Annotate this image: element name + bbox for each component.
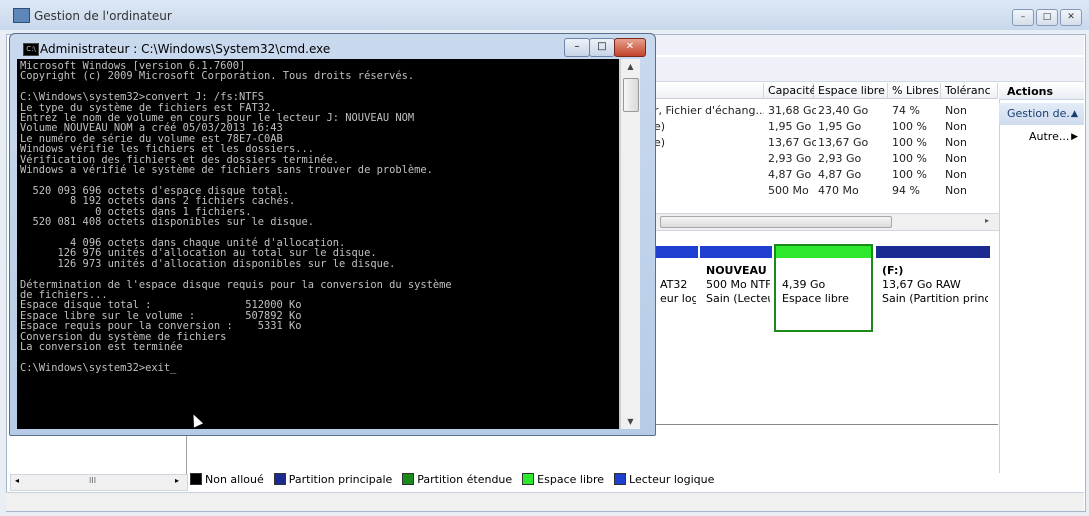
table-cell: 500 Mo — [768, 184, 809, 197]
divider — [654, 424, 998, 425]
scroll-right-arrow-icon-2[interactable]: ▸ — [175, 476, 179, 485]
legend-label: Lecteur logique — [629, 472, 715, 486]
legend-swatch — [190, 473, 202, 485]
legend-item: Partition étendue — [402, 473, 512, 486]
partition-color-bar — [876, 246, 990, 258]
partition-text: (F:) — [882, 264, 904, 277]
toolbar — [654, 57, 1084, 82]
table-cell: 2,93 Go — [768, 152, 812, 165]
scroll-down-arrow-icon[interactable]: ▼ — [621, 417, 640, 426]
table-cell: e) — [654, 120, 666, 133]
console-output[interactable]: Microsoft Windows [version 6.1.7600] Cop… — [17, 59, 619, 429]
window-title: Gestion de l'ordinateur — [34, 9, 172, 23]
column-header-percent-free[interactable]: % Libres — [888, 83, 941, 99]
column-header-fault-tolerance[interactable]: Toléranc — [941, 83, 998, 99]
partition-text: NOUVEAU I — [706, 264, 770, 277]
actions-more-label: Autre... — [1029, 130, 1070, 143]
table-cell: 23,40 Go — [818, 104, 869, 117]
table-cell: 2,93 Go — [818, 152, 862, 165]
legend-item: Partition principale — [273, 472, 393, 486]
partition-text: AT32 — [660, 278, 688, 291]
column-header-free-space[interactable]: Espace libre — [814, 83, 888, 99]
cmd-maximize-button[interactable]: □ — [589, 38, 615, 57]
disk-legend: Non alloué Partition principale Partition … — [190, 470, 720, 488]
scroll-up-arrow-icon[interactable]: ▲ — [621, 62, 640, 71]
legend-item: Lecteur logique — [614, 473, 714, 486]
legend-swatch — [273, 473, 286, 485]
table-cell: 100 % — [892, 120, 927, 133]
scroll-thumb-grip[interactable]: III — [89, 476, 96, 485]
cmd-icon: C:\ — [23, 43, 39, 56]
table-cell: 100 % — [892, 152, 927, 165]
partition-text: eur logi — [660, 292, 696, 305]
close-button[interactable]: ✕ — [1060, 9, 1082, 26]
table-cell: 13,67 Go — [818, 136, 869, 149]
table-cell: 1,95 Go — [818, 120, 862, 133]
cmd-close-button[interactable]: ✕ — [614, 38, 646, 57]
partition-block[interactable]: NOUVEAU I 500 Mo NTF Sain (Lecteu — [700, 246, 772, 330]
volume-scroll-thumb[interactable] — [660, 216, 892, 228]
extended-partition-outline — [774, 244, 873, 332]
actions-more-item[interactable]: Autre... ▶ — [999, 128, 1084, 146]
table-cell: 94 % — [892, 184, 920, 197]
console-vertical-scrollbar[interactable]: ▲ ▼ — [620, 59, 640, 429]
column-header-capacity[interactable]: Capacité — [764, 83, 816, 99]
table-cell: Non — [945, 152, 967, 165]
table-cell: 100 % — [892, 136, 927, 149]
table-cell: 13,67 Go — [768, 136, 816, 149]
cmd-minimize-button[interactable]: – — [564, 38, 590, 57]
submenu-arrow-icon: ▶ — [1071, 132, 1078, 142]
actions-section-disk-management[interactable]: Gestion de... ▲ — [999, 103, 1084, 125]
partition-color-bar — [700, 246, 772, 258]
legend-swatch — [614, 473, 627, 485]
legend-label: Espace libre — [537, 472, 605, 486]
partition-block[interactable]: AT32eur logi — [654, 246, 698, 330]
console-scroll-thumb[interactable] — [623, 78, 639, 112]
table-cell: 4,87 Go — [768, 168, 812, 181]
status-bar — [6, 492, 1084, 511]
table-cell: r, Fichier d'échang... — [654, 104, 764, 117]
table-cell: Non — [945, 168, 967, 181]
legend-label: Partition étendue — [417, 472, 513, 486]
table-cell: Non — [945, 104, 967, 117]
collapse-up-icon[interactable]: ▲ — [1071, 103, 1078, 125]
menu-bar — [654, 35, 1084, 55]
legend-item: Non alloué — [190, 473, 264, 486]
partition-text: Sain (Lecteu — [706, 292, 770, 305]
table-cell: e) — [654, 136, 666, 149]
legend-label: Partition principale — [288, 472, 393, 486]
table-cell: 100 % — [892, 168, 927, 181]
scroll-right-arrow-icon[interactable]: ▸ — [985, 216, 989, 225]
tree-horizontal-scrollbar[interactable]: ◂ III ▸ — [10, 474, 188, 491]
maximize-button[interactable]: □ — [1036, 9, 1058, 26]
partition-block[interactable]: (F:) 13,67 Go RAW Sain (Partition princi — [876, 246, 990, 330]
table-cell: 470 Mo — [818, 184, 859, 197]
legend-swatch — [522, 473, 535, 485]
table-cell: 74 % — [892, 104, 920, 117]
table-cell: 31,68 Go — [768, 104, 816, 117]
legend-label: Non alloué — [205, 472, 264, 486]
table-cell: Non — [945, 136, 967, 149]
table-cell: Non — [945, 184, 967, 197]
computer-management-icon — [13, 8, 30, 23]
partition-text: 13,67 Go RAW — [882, 278, 961, 291]
minimize-button[interactable]: – — [1012, 9, 1034, 26]
partition-color-bar — [654, 246, 698, 258]
partition-text: Sain (Partition princi — [882, 292, 988, 305]
actions-section-label: Gestion de... — [1007, 107, 1077, 120]
scroll-left-arrow-icon[interactable]: ◂ — [15, 476, 19, 485]
legend-swatch — [402, 473, 415, 485]
partition-text: 500 Mo NTF — [706, 278, 770, 291]
table-cell: 1,95 Go — [768, 120, 812, 133]
table-cell: 4,87 Go — [818, 168, 862, 181]
table-cell: Non — [945, 120, 967, 133]
actions-header: Actions — [999, 83, 1084, 100]
legend-item: Espace libre — [522, 473, 604, 486]
cmd-window-title: Administrateur : C:\Windows\System32\cmd… — [40, 42, 331, 56]
column-header-volume[interactable] — [654, 83, 764, 99]
